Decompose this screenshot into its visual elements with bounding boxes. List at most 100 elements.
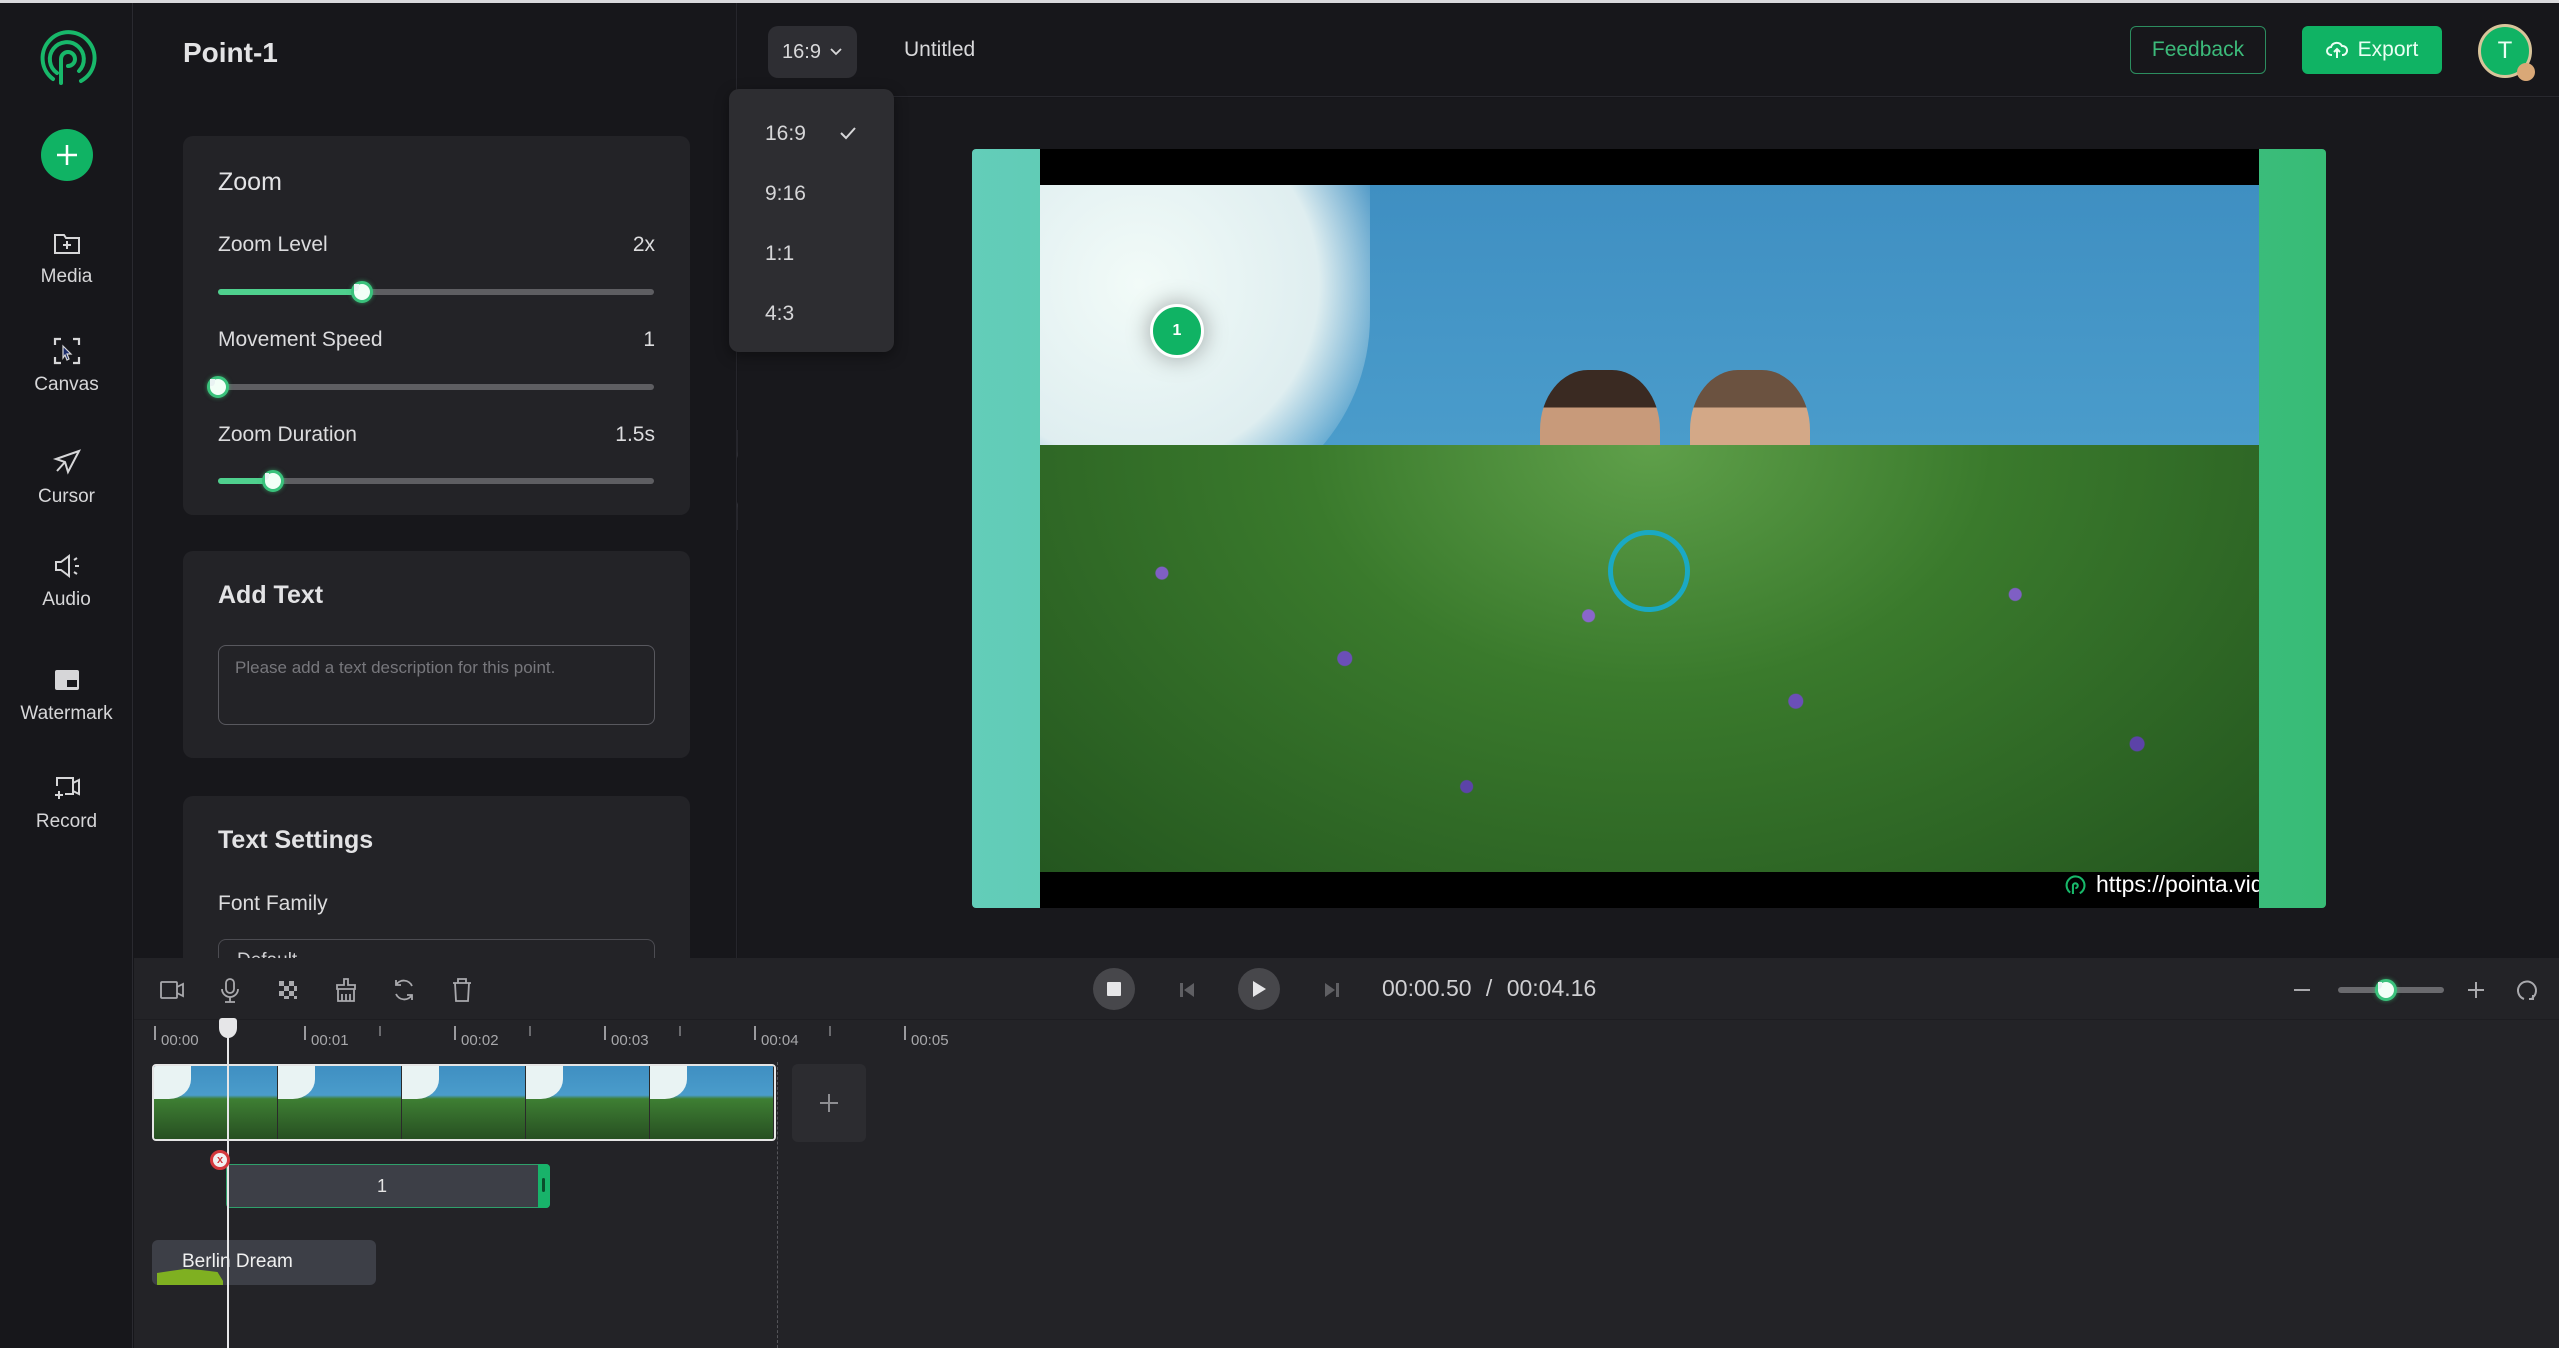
clip-thumbnail bbox=[402, 1066, 526, 1139]
zoom-duration-slider[interactable] bbox=[218, 470, 654, 492]
zoom-duration-label: Zoom Duration bbox=[218, 423, 357, 446]
panel-title: Point-1 bbox=[183, 37, 278, 68]
play-button[interactable] bbox=[1238, 968, 1280, 1010]
aspect-option-1-1[interactable]: 1:1 bbox=[729, 229, 894, 279]
camera-icon[interactable] bbox=[158, 976, 186, 1004]
stop-icon bbox=[1107, 982, 1121, 996]
slider-thumb[interactable] bbox=[207, 376, 229, 398]
zoom-point-clip[interactable]: 1 bbox=[226, 1164, 550, 1208]
clip-thumbnail bbox=[278, 1066, 402, 1139]
movement-speed-slider[interactable] bbox=[207, 376, 654, 398]
slider-thumb[interactable] bbox=[261, 470, 284, 492]
timeline-zoom-slider[interactable] bbox=[2338, 979, 2444, 1001]
ruler-label: 00:04 bbox=[761, 1032, 799, 1049]
add-text-title: Add Text bbox=[218, 581, 324, 609]
ruler-label: 00:05 bbox=[911, 1032, 949, 1049]
video-frame: 1 https://pointa.video bbox=[1040, 149, 2259, 908]
current-time: 00:00.50 bbox=[1382, 975, 1472, 1001]
aspect-option-4-3[interactable]: 4:3 bbox=[729, 289, 894, 339]
add-button[interactable] bbox=[41, 129, 93, 181]
time-readout: 00:00.50 / 00:04.16 bbox=[1382, 975, 1596, 1002]
ruler-minor-tick bbox=[679, 1026, 681, 1036]
zoom-level-slider[interactable] bbox=[218, 281, 654, 303]
zoom-level-label: Zoom Level bbox=[218, 233, 328, 256]
timeline: 00:00.50 / 00:04.16 00:00 00:01 00:02 00:03… bbox=[134, 958, 2559, 1348]
sidebar-item-record[interactable]: Record bbox=[0, 773, 133, 833]
ruler-tick bbox=[904, 1026, 906, 1040]
export-button[interactable]: Export bbox=[2302, 26, 2442, 74]
add-clip-button[interactable] bbox=[792, 1064, 866, 1142]
zoom-in-icon[interactable] bbox=[2462, 976, 2490, 1004]
speaker-icon bbox=[54, 554, 79, 578]
slider-thumb[interactable] bbox=[2374, 979, 2397, 1001]
pointa-logo-icon bbox=[2065, 874, 2086, 894]
stop-button[interactable] bbox=[1093, 968, 1135, 1010]
point-description-input[interactable] bbox=[218, 645, 655, 725]
ruler-label: 00:03 bbox=[611, 1032, 649, 1049]
zoom-duration-value: 1.5s bbox=[615, 423, 655, 446]
zoom-out-icon[interactable] bbox=[2288, 976, 2316, 1004]
cloud-upload-icon bbox=[2325, 41, 2348, 58]
feedback-button[interactable]: Feedback bbox=[2130, 26, 2266, 74]
user-avatar[interactable]: T bbox=[2478, 24, 2535, 81]
slider-fill bbox=[218, 289, 362, 295]
delete-point-button[interactable]: x bbox=[210, 1150, 230, 1170]
document-title[interactable]: Untitled bbox=[904, 38, 975, 62]
refresh-icon[interactable] bbox=[390, 976, 418, 1004]
plus-icon bbox=[820, 1094, 838, 1112]
sidebar-item-watermark[interactable]: Watermark bbox=[0, 665, 133, 725]
microphone-icon[interactable] bbox=[216, 976, 244, 1004]
total-time: 00:04.16 bbox=[1506, 975, 1597, 1001]
point-marker[interactable]: 1 bbox=[1150, 304, 1204, 358]
canvas-select-icon bbox=[53, 337, 80, 365]
clip-thumbnail bbox=[650, 1066, 774, 1139]
zoom-level-value: 2x bbox=[632, 233, 655, 256]
video-canvas[interactable]: 1 https://pointa.video bbox=[972, 149, 2326, 908]
sidebar-item-label: Cursor bbox=[37, 486, 95, 507]
point-resize-handle[interactable] bbox=[538, 1164, 550, 1208]
slider-thumb[interactable] bbox=[350, 281, 373, 303]
ruler-tick bbox=[604, 1026, 606, 1040]
cursor-arrow-icon bbox=[52, 449, 81, 475]
blur-icon[interactable] bbox=[274, 976, 302, 1004]
text-settings-title: Text Settings bbox=[218, 826, 374, 854]
audio-clip[interactable]: Berlin Dream bbox=[152, 1240, 376, 1285]
aspect-option-9-16[interactable]: 9:16 bbox=[729, 169, 894, 219]
aspect-ratio-value: 16:9 bbox=[782, 40, 821, 63]
sidebar-item-media[interactable]: Media bbox=[0, 228, 133, 288]
camera-badge-icon bbox=[2517, 63, 2535, 81]
aspect-ratio-select[interactable]: 16:9 bbox=[768, 26, 857, 78]
point-clip-label: 1 bbox=[376, 1176, 387, 1196]
sidebar-item-canvas[interactable]: Canvas bbox=[0, 336, 133, 396]
watermark-text: https://pointa.video bbox=[2096, 871, 2259, 897]
zoom-card-title: Zoom bbox=[218, 168, 282, 196]
flower-hedge bbox=[1040, 445, 2259, 872]
skip-forward-icon[interactable] bbox=[1322, 980, 1342, 1000]
movement-speed-value: 1 bbox=[643, 328, 655, 351]
fit-timeline-icon[interactable] bbox=[2512, 976, 2540, 1004]
ruler-label: 00:01 bbox=[311, 1032, 349, 1049]
option-label: 4:3 bbox=[765, 302, 795, 325]
brush-clean-icon[interactable] bbox=[332, 976, 360, 1004]
audio-clip-name: Berlin Dream bbox=[182, 1251, 293, 1272]
plus-icon bbox=[57, 145, 77, 165]
clip-thumbnail bbox=[154, 1066, 278, 1139]
video-clip[interactable] bbox=[152, 1064, 776, 1141]
aspect-ratio-dropdown: 16:9 9:16 1:1 4:3 bbox=[729, 89, 894, 352]
trash-icon[interactable] bbox=[448, 976, 476, 1004]
playhead bbox=[227, 1024, 229, 1348]
ruler-label: 00:00 bbox=[161, 1032, 199, 1049]
sidebar-item-cursor[interactable]: Cursor bbox=[0, 448, 133, 508]
option-label: 16:9 bbox=[765, 122, 806, 145]
option-label: 9:16 bbox=[765, 182, 806, 205]
time-separator: / bbox=[1485, 975, 1493, 1001]
ruler-tick bbox=[154, 1026, 156, 1040]
aspect-option-16-9[interactable]: 16:9 bbox=[729, 109, 894, 159]
top-bar: 16:9 Untitled Feedback Export T bbox=[738, 3, 2559, 97]
timeline-ruler[interactable]: 00:00 00:01 00:02 00:03 00:04 00:05 bbox=[134, 1020, 2559, 1064]
skip-back-icon[interactable] bbox=[1177, 980, 1197, 1000]
movement-speed-label: Movement Speed bbox=[218, 328, 383, 351]
record-screen-icon bbox=[54, 777, 80, 799]
sidebar-item-audio[interactable]: Audio bbox=[0, 551, 133, 611]
play-icon bbox=[1253, 981, 1266, 997]
